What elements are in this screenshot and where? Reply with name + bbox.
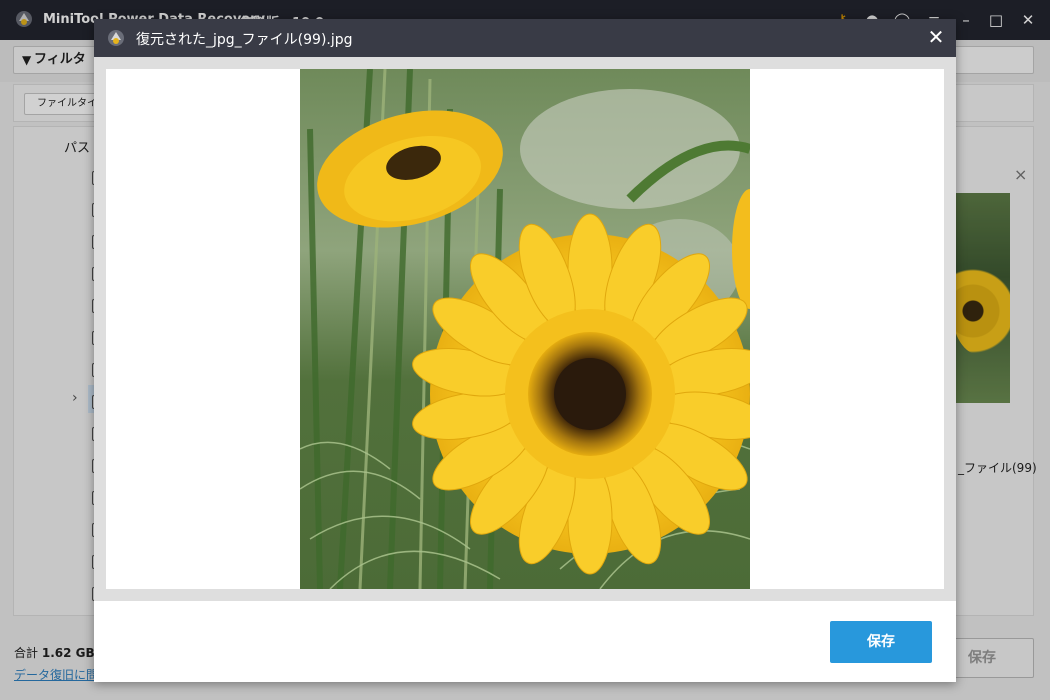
app-logo-icon	[108, 30, 124, 46]
dialog-header: 復元された_jpg_ファイル(99).jpg ✕	[94, 19, 956, 57]
dialog-footer: 保存	[94, 601, 956, 682]
save-button[interactable]: 保存	[830, 621, 932, 663]
sunflower-photo	[300, 69, 750, 589]
image-viewer	[94, 57, 956, 601]
image-preview-dialog: 復元された_jpg_ファイル(99).jpg ✕ 保存	[94, 19, 956, 682]
close-icon[interactable]: ✕	[924, 25, 948, 49]
dialog-title: 復元された_jpg_ファイル(99).jpg	[136, 32, 353, 48]
image-canvas	[106, 69, 944, 589]
